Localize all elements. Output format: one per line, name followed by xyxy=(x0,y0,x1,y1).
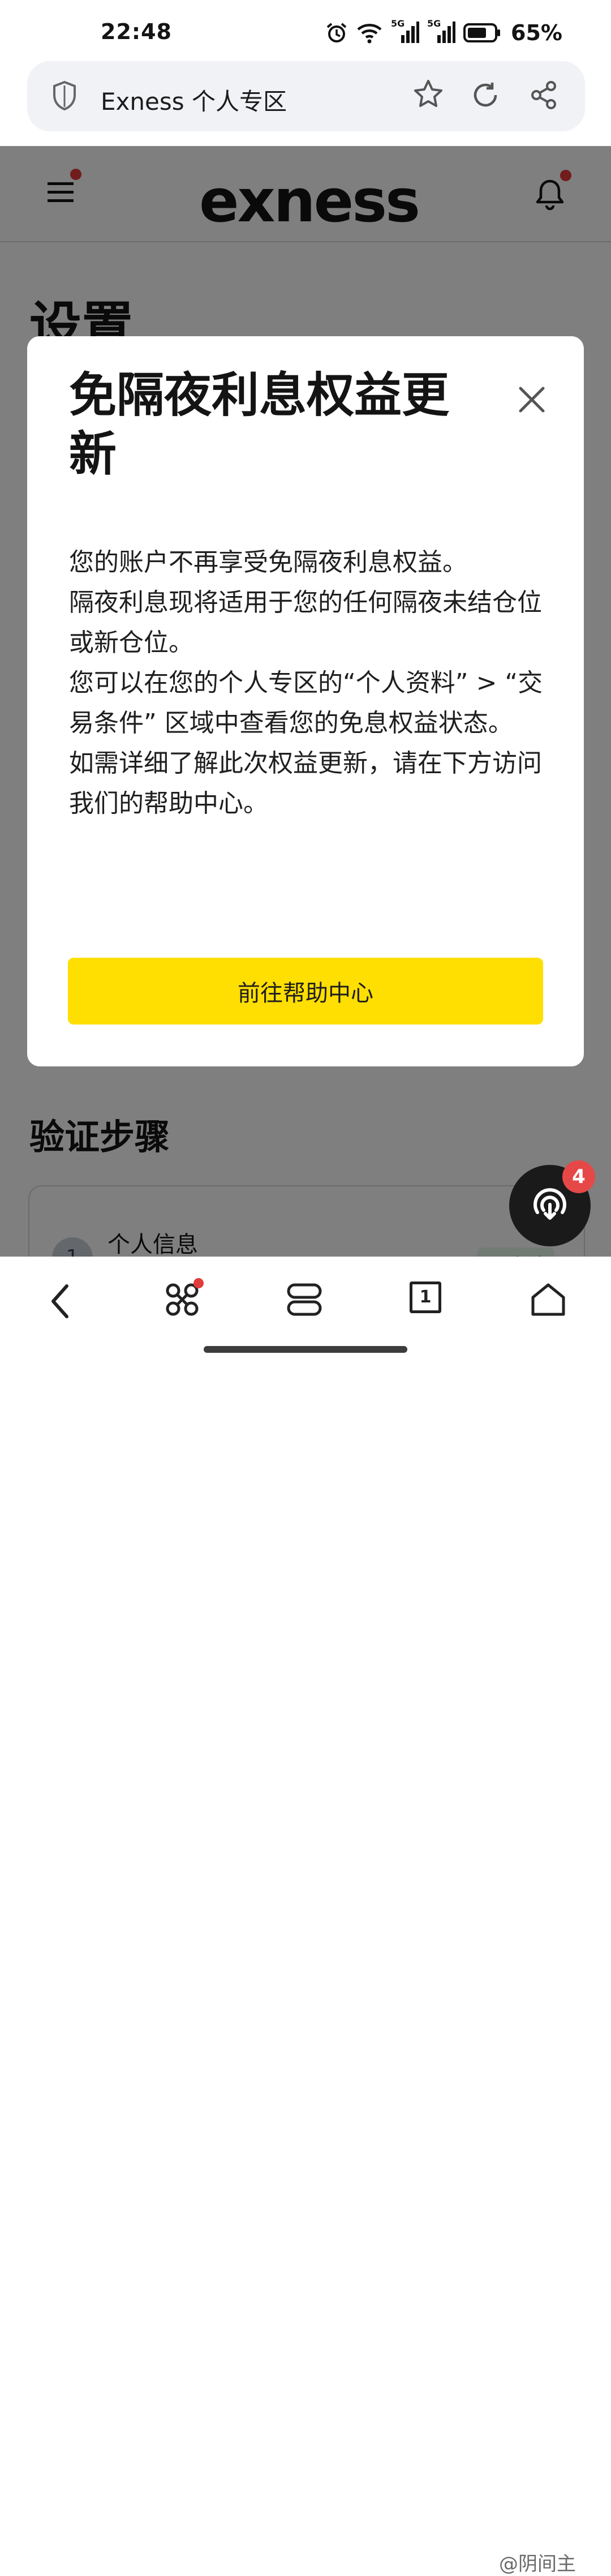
wifi-icon xyxy=(356,22,383,44)
dialog-title: 免隔夜利息权益更新 xyxy=(69,367,450,482)
status-bar: 22:48 5G 5G 65% xyxy=(0,0,611,62)
network-type-label: 5G xyxy=(391,18,405,29)
go-to-help-center-button[interactable]: 前往帮助中心 xyxy=(68,958,543,1025)
tab-count: 1 xyxy=(410,1281,441,1313)
share-icon[interactable] xyxy=(528,79,560,113)
network-type-label: 5G xyxy=(427,18,441,29)
dialog-paragraph: 您可以在您的个人专区的“个人资料” > “交易条件” 区域中查看您的免息权益状态… xyxy=(69,668,543,738)
battery-percent: 65% xyxy=(511,20,562,45)
signal-icon: 5G xyxy=(427,18,456,44)
tab-count-icon[interactable]: 1 xyxy=(410,1281,441,1313)
dialog-paragraph: 如需详细了解此次权益更新，请在下方访问我们的帮助中心。 xyxy=(69,749,542,818)
back-icon[interactable] xyxy=(46,1281,75,1323)
watermark: @阴间主 xyxy=(499,2553,576,2575)
battery-icon xyxy=(463,23,501,43)
status-icons: 5G 5G 65% xyxy=(325,17,562,49)
dialog-paragraph: 隔夜利息现将适用于您的任何隔夜未结仓位或新仓位。 xyxy=(69,588,542,657)
address-bar[interactable]: Exness 个人专区 xyxy=(27,61,585,131)
home-indicator[interactable] xyxy=(204,1346,407,1353)
reload-icon[interactable] xyxy=(470,79,501,113)
close-icon[interactable] xyxy=(517,385,547,414)
swap-free-update-dialog: 免隔夜利息权益更新 您的账户不再享受免隔夜利息权益。 隔夜利息现将适用于您的任何… xyxy=(27,336,584,1066)
home-icon[interactable] xyxy=(530,1281,567,1320)
status-time: 22:48 xyxy=(101,19,172,44)
apps-icon[interactable] xyxy=(164,1281,200,1320)
support-notification-badge: 4 xyxy=(562,1160,595,1193)
apps-notification-dot xyxy=(193,1278,204,1288)
dialog-body: 您的账户不再享受免隔夜利息权益。 隔夜利息现将适用于您的任何隔夜未结仓位或新仓位… xyxy=(69,542,550,824)
alarm-icon xyxy=(325,22,348,44)
page-tab-title[interactable]: Exness 个人专区 xyxy=(101,83,287,117)
shield-icon[interactable] xyxy=(52,80,77,113)
star-icon[interactable] xyxy=(412,78,445,113)
signal-icon: 5G xyxy=(391,18,420,44)
support-icon xyxy=(533,1188,566,1220)
dialog-paragraph: 您的账户不再享受免隔夜利息权益。 xyxy=(69,548,467,577)
tabs-icon[interactable] xyxy=(286,1281,322,1320)
